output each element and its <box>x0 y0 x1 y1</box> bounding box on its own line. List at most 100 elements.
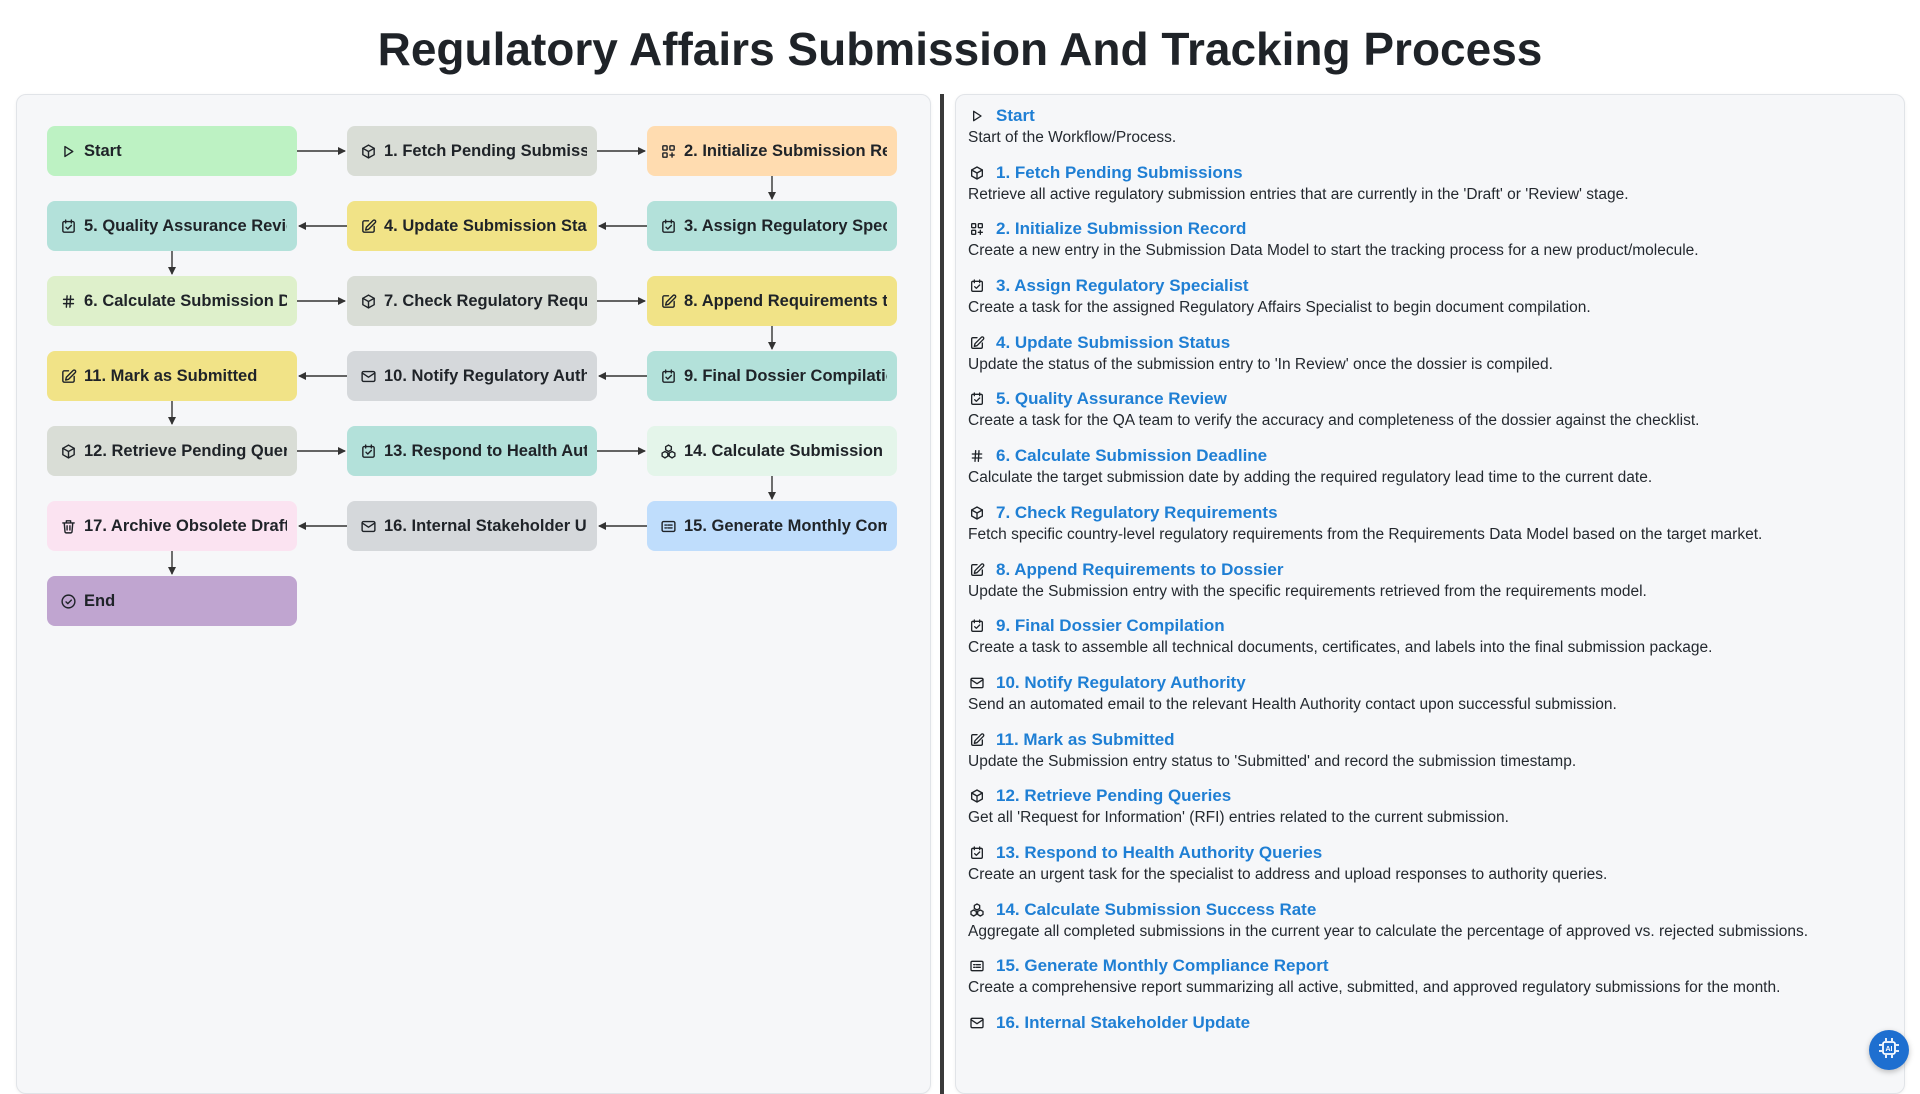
play-icon <box>59 142 77 160</box>
play-icon <box>968 107 986 125</box>
step-description-text: Start of the Workflow/Process. <box>968 129 1177 146</box>
flow-node-start[interactable]: Start <box>47 126 297 176</box>
flow-node-label: 15. Generate Monthly Compliance Report <box>684 516 887 535</box>
flow-node-n9[interactable]: 9. Final Dossier Compilation <box>647 351 897 401</box>
check-circle-icon <box>59 592 77 610</box>
step-title-link[interactable]: 1. Fetch Pending Submissions <box>996 163 1243 183</box>
step-title-link[interactable]: 16. Internal Stakeholder Update <box>996 1013 1250 1033</box>
flow-node-label: 5. Quality Assurance Review <box>84 216 287 235</box>
flow-node-n8[interactable]: 8. Append Requirements to Dossier <box>647 276 897 326</box>
step-title-link[interactable]: 15. Generate Monthly Compliance Report <box>996 956 1329 976</box>
cube-icon <box>359 292 377 310</box>
page-title: Regulatory Affairs Submission And Tracki… <box>377 23 1543 75</box>
step-description-item: 15. Generate Monthly Compliance Report Cr… <box>968 955 1888 997</box>
flow-node-label: Start <box>84 141 122 160</box>
flow-node-label: 10. Notify Regulatory Authority <box>384 366 587 385</box>
flow-node-label: 2. Initialize Submission Record <box>684 141 887 160</box>
step-title-link[interactable]: 2. Initialize Submission Record <box>996 219 1246 239</box>
mail-icon <box>968 674 986 692</box>
flow-node-n17[interactable]: 17. Archive Obsolete Drafts <box>47 501 297 551</box>
report-icon <box>659 517 677 535</box>
step-description-item: 5. Quality Assurance Review Create a task… <box>968 388 1888 430</box>
flow-node-n15[interactable]: 15. Generate Monthly Compliance Report <box>647 501 897 551</box>
flow-node-n7[interactable]: 7. Check Regulatory Requirements <box>347 276 597 326</box>
step-title-link[interactable]: 3. Assign Regulatory Specialist <box>996 276 1249 296</box>
hash-icon <box>968 447 986 465</box>
step-description-item: Start Start of the Workflow/Process. <box>968 105 1888 147</box>
flow-node-n2[interactable]: 2. Initialize Submission Record <box>647 126 897 176</box>
step-title-link[interactable]: Start <box>996 106 1035 126</box>
flow-node-label: 17. Archive Obsolete Drafts <box>84 516 287 535</box>
step-title-link[interactable]: 9. Final Dossier Compilation <box>996 616 1225 636</box>
step-title-link[interactable]: 13. Respond to Health Authority Queries <box>996 843 1322 863</box>
flow-node-label: 4. Update Submission Status <box>384 216 587 235</box>
flow-node-n4[interactable]: 4. Update Submission Status <box>347 201 597 251</box>
step-description-text: Aggregate all completed submissions in t… <box>968 922 1809 940</box>
check-square-icon <box>59 217 77 235</box>
flow-node-label: 3. Assign Regulatory Specialist <box>684 216 887 235</box>
step-description-text: Create a task for the QA team to verify … <box>968 412 1700 430</box>
step-title-link[interactable]: 8. Append Requirements to Dossier <box>996 560 1283 580</box>
ai-assistant-button[interactable]: AI <box>1869 1030 1909 1070</box>
step-title-link[interactable]: 4. Update Submission Status <box>996 333 1230 353</box>
flow-node-n6[interactable]: 6. Calculate Submission Deadline <box>47 276 297 326</box>
edit-icon <box>359 217 377 235</box>
mail-icon <box>359 367 377 385</box>
step-description-item: 4. Update Submission Status Update the st… <box>968 332 1888 374</box>
flow-node-n12[interactable]: 12. Retrieve Pending Queries <box>47 426 297 476</box>
flow-node-label: 7. Check Regulatory Requirements <box>384 291 587 310</box>
check-square-icon <box>359 442 377 460</box>
edit-icon <box>659 292 677 310</box>
flow-node-n1[interactable]: 1. Fetch Pending Submissions <box>347 126 597 176</box>
flow-node-label: 6. Calculate Submission Deadline <box>84 291 287 310</box>
step-description-text: Retrieve all active regulatory submissio… <box>968 185 1629 203</box>
step-description-item: 2. Initialize Submission Record Create a … <box>968 218 1888 260</box>
step-description-text: Get all 'Request for Information' (RFI) … <box>968 809 1509 827</box>
step-description-text: Create an urgent task for the specialist… <box>968 865 1608 883</box>
step-title-link[interactable]: 12. Retrieve Pending Queries <box>996 786 1231 806</box>
cubes-icon <box>659 442 677 460</box>
flow-node-label: 12. Retrieve Pending Queries <box>84 441 287 460</box>
step-description-item: 14. Calculate Submission Success Rate Agg… <box>968 899 1888 941</box>
trash-icon <box>59 517 77 535</box>
flow-node-n11[interactable]: 11. Mark as Submitted <box>47 351 297 401</box>
mail-icon <box>968 1014 986 1032</box>
svg-text:AI: AI <box>1886 1046 1893 1053</box>
cubes-icon <box>968 901 986 919</box>
step-description-text: Update the Submission entry with the spe… <box>968 582 1647 600</box>
check-square-icon <box>968 844 986 862</box>
step-description-item: 10. Notify Regulatory Authority Send an a… <box>968 672 1888 714</box>
flow-node-n14[interactable]: 14. Calculate Submission Success Rate <box>647 426 897 476</box>
step-title-link[interactable]: 10. Notify Regulatory Authority <box>996 673 1246 693</box>
mail-icon <box>359 517 377 535</box>
step-title-link[interactable]: 7. Check Regulatory Requirements <box>996 503 1278 523</box>
check-square-icon <box>968 390 986 408</box>
flow-node-n5[interactable]: 5. Quality Assurance Review <box>47 201 297 251</box>
step-description-list: Start Start of the Workflow/Process. 1. Fe… <box>968 105 1888 1049</box>
flow-node-n10[interactable]: 10. Notify Regulatory Authority <box>347 351 597 401</box>
step-description-item: 1. Fetch Pending Submissions Retrieve all… <box>968 162 1888 204</box>
flow-node-n16[interactable]: 16. Internal Stakeholder Update <box>347 501 597 551</box>
step-description-item: 8. Append Requirements to Dossier Update … <box>968 559 1888 601</box>
ai-chip-icon: AI <box>1877 1036 1901 1065</box>
cube-icon <box>968 504 986 522</box>
step-title-link[interactable]: 5. Quality Assurance Review <box>996 389 1227 409</box>
step-description-item: 3. Assign Regulatory Specialist Create a … <box>968 275 1888 317</box>
step-title-link[interactable]: 6. Calculate Submission Deadline <box>996 446 1267 466</box>
flow-node-n13[interactable]: 13. Respond to Health Authority Queries <box>347 426 597 476</box>
step-description-item: 11. Mark as Submitted Update the Submissi… <box>968 729 1888 771</box>
step-description-text: Fetch specific country-level regulatory … <box>968 525 1763 543</box>
flow-node-end[interactable]: End <box>47 576 297 626</box>
step-description-item: 6. Calculate Submission Deadline Calculat… <box>968 445 1888 487</box>
step-title-link[interactable]: 11. Mark as Submitted <box>996 730 1175 750</box>
step-description-text: Create a task for the assigned Regulator… <box>968 299 1591 317</box>
step-description-text: Create a new entry in the Submission Dat… <box>968 242 1699 260</box>
step-title-link[interactable]: 14. Calculate Submission Success Rate <box>996 900 1316 920</box>
check-square-icon <box>659 367 677 385</box>
flow-node-n3[interactable]: 3. Assign Regulatory Specialist <box>647 201 897 251</box>
step-description-text: Send an automated email to the relevant … <box>968 695 1617 713</box>
step-description-item: 9. Final Dossier Compilation Create a tas… <box>968 615 1888 657</box>
panel-divider[interactable] <box>940 94 944 1094</box>
hash-icon <box>59 292 77 310</box>
step-description-item: 13. Respond to Health Authority Queries C… <box>968 842 1888 884</box>
